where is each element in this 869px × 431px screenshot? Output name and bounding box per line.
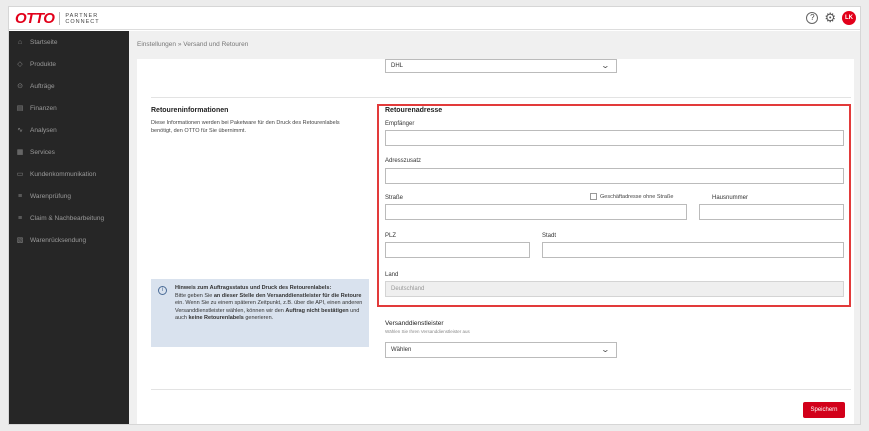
sidebar-item-label: Kundenkommunikation <box>30 170 97 178</box>
sidebar-item-warenpruefung[interactable]: ≡ Warenprüfung <box>9 185 129 207</box>
sidebar-item-produkte[interactable]: ◇ Produkte <box>9 53 129 75</box>
analytics-icon: ∿ <box>17 127 23 134</box>
chevron-down-icon: ⌄ <box>600 61 611 70</box>
dropdown-value: Wählen <box>391 347 412 353</box>
sidebar-item-label: Services <box>30 148 55 156</box>
avatar[interactable]: LK <box>842 11 856 25</box>
sidebar-item-label: Claim & Nachbearbeitung <box>30 214 105 222</box>
app-window: OTTO PARTNER CONNECT ? ⚙ LK ⌂ Startseite… <box>8 6 861 425</box>
hint-bold: Auftrag nicht bestätigen <box>285 307 349 314</box>
return-address-highlight <box>377 104 851 307</box>
sidebar-item-label: Analysen <box>30 126 57 134</box>
sidebar-item-startseite[interactable]: ⌂ Startseite <box>9 31 129 53</box>
dropdown-value: DHL <box>391 63 404 69</box>
sidebar-item-finanzen[interactable]: ▤ Finanzen <box>9 97 129 119</box>
logo-divider <box>59 12 61 25</box>
help-icon[interactable]: ? <box>806 12 819 24</box>
carrier-label: Versanddienstleister <box>385 320 444 327</box>
carrier-sublabel: Wählen Sie Ihren Versanddienstleister au… <box>385 329 470 334</box>
claim-icon: ≡ <box>17 214 23 222</box>
home-icon: ⌂ <box>17 38 23 46</box>
hint-part: Bitte geben Sie <box>175 292 214 299</box>
hint-text: Hinweis zum Auftragsstatus und Druck des… <box>175 285 363 323</box>
services-icon: ▦ <box>16 149 24 156</box>
sidebar-item-warenruecksendung[interactable]: ▧ Warenrücksendung <box>9 229 129 251</box>
chat-icon: ▭ <box>16 171 24 178</box>
logo-brand: OTTO <box>15 10 55 27</box>
info-icon: i <box>158 286 167 295</box>
sidebar-item-services[interactable]: ▦ Services <box>9 141 129 163</box>
tag-icon: ◇ <box>17 61 23 68</box>
hint-part: generieren. <box>243 315 274 321</box>
return-icon: ▧ <box>16 237 24 244</box>
checklist-icon: ≡ <box>17 192 23 200</box>
sidebar-item-label: Aufträge <box>30 82 55 90</box>
sidebar-item-label: Warenrücksendung <box>30 236 87 244</box>
sidebar-item-claim[interactable]: ≡ Claim & Nachbearbeitung <box>9 207 129 229</box>
sidebar-item-label: Warenprüfung <box>30 192 71 200</box>
finance-icon: ▤ <box>16 105 24 112</box>
save-button[interactable]: Speichern <box>803 402 845 418</box>
main-content: Einstellungen » Versand und Retouren DHL… <box>129 31 860 424</box>
sidebar-item-label: Startseite <box>30 38 58 46</box>
hint-bold: keine Retourenlabels <box>188 315 244 321</box>
carrier-dropdown[interactable]: Wählen ⌄ <box>385 342 617 358</box>
logo-line-2: CONNECT <box>65 18 100 25</box>
sidebar-item-analysen[interactable]: ∿ Analysen <box>9 119 129 141</box>
logo-subtitle: PARTNER CONNECT <box>65 13 99 25</box>
divider <box>151 97 851 98</box>
sidebar: ⌂ Startseite ◇ Produkte ⊙ Aufträge ▤ Fin… <box>9 31 129 424</box>
sidebar-item-auftraege[interactable]: ⊙ Aufträge <box>9 75 129 97</box>
otto-logo[interactable]: OTTO PARTNER CONNECT <box>15 11 100 26</box>
section-description: Diese Informationen werden bei Paketware… <box>151 120 340 134</box>
top-icons: ? ⚙ LK <box>806 11 856 25</box>
chevron-down-icon: ⌄ <box>600 345 611 354</box>
sidebar-item-kundenkommunikation[interactable]: ▭ Kundenkommunikation <box>9 163 129 185</box>
section-title: Retoureninformationen <box>151 107 229 114</box>
sidebar-item-label: Finanzen <box>30 104 57 112</box>
divider <box>151 389 851 390</box>
shipping-provider-dropdown-top[interactable]: DHL ⌄ <box>385 59 617 73</box>
hint-bold: an dieser Stelle den Versanddienstleiste… <box>213 292 362 299</box>
gear-icon[interactable]: ⚙ <box>824 11 836 24</box>
hint-heading: Hinweis zum Auftragsstatus und Druck des… <box>175 285 332 291</box>
breadcrumb: Einstellungen » Versand und Retouren <box>137 41 249 48</box>
top-bar: OTTO PARTNER CONNECT ? ⚙ LK <box>9 7 860 30</box>
sidebar-item-label: Produkte <box>30 60 57 68</box>
orders-icon: ⊙ <box>17 83 23 90</box>
info-hint-box: i Hinweis zum Auftragsstatus und Druck d… <box>151 279 369 347</box>
